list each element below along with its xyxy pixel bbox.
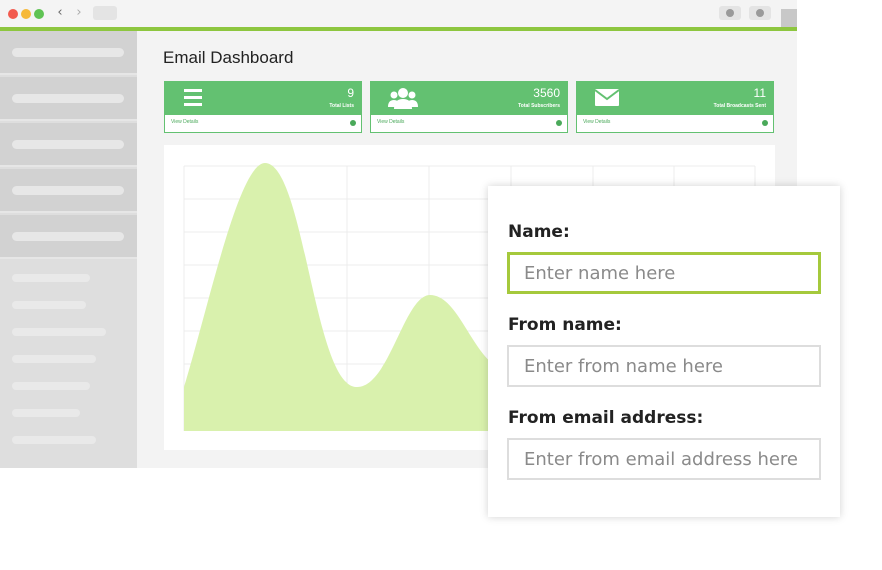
arrow-circle-icon — [556, 120, 562, 126]
sidebar-item-placeholder — [12, 232, 124, 241]
from-email-input[interactable] — [507, 438, 821, 480]
sidebar — [0, 31, 137, 468]
back-arrow-icon[interactable]: ‹ — [53, 6, 67, 20]
stat-card-lists: 9 Total Lists View Details — [164, 81, 362, 133]
toolbar-button[interactable] — [749, 6, 771, 20]
page-title: Email Dashboard — [163, 48, 294, 67]
from-name-label: From name: — [508, 315, 622, 335]
sidebar-item[interactable] — [0, 169, 137, 213]
view-details-link[interactable]: View Details — [165, 115, 361, 132]
list-icon — [182, 87, 204, 112]
sidebar-item-placeholder — [12, 140, 124, 149]
form-panel: Name: From name: From email address: — [488, 186, 840, 517]
stat-value: 11 — [753, 86, 766, 100]
view-details-text: View Details — [171, 119, 199, 125]
view-details-link[interactable]: View Details — [577, 115, 773, 132]
scrollbar-thumb[interactable] — [781, 9, 797, 27]
from-email-label: From email address: — [508, 408, 704, 428]
maximize-window-button[interactable] — [34, 9, 44, 19]
sidebar-subitem[interactable] — [12, 382, 90, 390]
sidebar-item-placeholder — [12, 94, 124, 103]
stat-label: Total Lists — [329, 103, 354, 109]
sidebar-subitem[interactable] — [12, 301, 86, 309]
sidebar-item-placeholder — [12, 48, 124, 57]
sidebar-subitem[interactable] — [12, 409, 80, 417]
address-bar[interactable] — [93, 6, 117, 20]
sidebar-subitem[interactable] — [12, 355, 96, 363]
envelope-icon — [594, 87, 620, 112]
forward-arrow-icon[interactable]: › — [72, 6, 86, 20]
title-bar: ‹ › — [0, 0, 797, 27]
arrow-circle-icon — [350, 120, 356, 126]
stage: ‹ › Email Dashboard 9 Total Lists View D… — [0, 0, 882, 570]
view-details-text: View Details — [583, 119, 611, 125]
sidebar-subitem[interactable] — [12, 328, 106, 336]
view-details-text: View Details — [377, 119, 405, 125]
users-icon — [388, 87, 418, 116]
name-label: Name: — [508, 222, 570, 242]
minimize-window-button[interactable] — [21, 9, 31, 19]
view-details-link[interactable]: View Details — [371, 115, 567, 132]
sidebar-item[interactable] — [0, 123, 137, 167]
sidebar-item[interactable] — [0, 215, 137, 259]
stat-label: Total Broadcasts Sent — [713, 103, 766, 109]
name-input[interactable] — [507, 252, 821, 294]
stat-label: Total Subscribers — [518, 103, 560, 109]
sidebar-subitem[interactable] — [12, 436, 96, 444]
from-name-input[interactable] — [507, 345, 821, 387]
arrow-circle-icon — [762, 120, 768, 126]
sidebar-item-placeholder — [12, 186, 124, 195]
sidebar-item[interactable] — [0, 31, 137, 75]
close-window-button[interactable] — [8, 9, 18, 19]
stat-card-subscribers: 3560 Total Subscribers View Details — [370, 81, 568, 133]
toolbar-button[interactable] — [719, 6, 741, 20]
sidebar-subitem[interactable] — [12, 274, 90, 282]
stat-value: 9 — [347, 86, 354, 100]
stat-value: 3560 — [533, 86, 560, 100]
chart-area-series — [184, 163, 494, 431]
sidebar-item[interactable] — [0, 77, 137, 121]
stat-card-broadcasts: 11 Total Broadcasts Sent View Details — [576, 81, 774, 133]
